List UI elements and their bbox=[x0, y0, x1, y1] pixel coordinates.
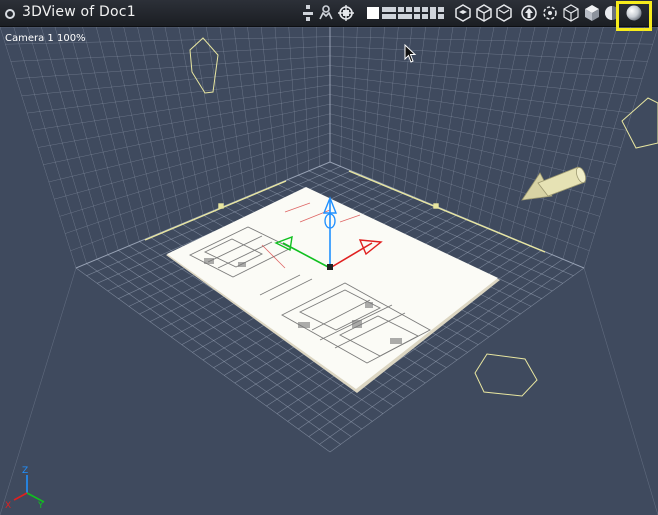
drawing-sheet[interactable] bbox=[166, 187, 500, 393]
title-bar: 3DView of Doc1 bbox=[0, 0, 658, 27]
shaded-sphere-icon[interactable] bbox=[625, 4, 643, 22]
grid-line bbox=[48, 113, 331, 183]
floor-hexagon-shape bbox=[474, 353, 538, 397]
hierarchy-icon[interactable] bbox=[299, 4, 317, 22]
x-axis-label: X bbox=[5, 501, 11, 511]
grid-line bbox=[16, 55, 331, 79]
three-views-icon[interactable] bbox=[428, 4, 446, 22]
solid-cube-icon[interactable] bbox=[583, 4, 601, 22]
grid-line bbox=[329, 74, 632, 114]
cube-front-icon[interactable] bbox=[454, 4, 472, 22]
grid-line bbox=[329, 103, 616, 165]
grid-line bbox=[43, 103, 331, 165]
grid-line bbox=[329, 36, 653, 45]
grid-line bbox=[329, 84, 627, 131]
right-hexagon-shape bbox=[621, 97, 658, 149]
3d-view-window: 3DView of Doc1 Z Y X Camera 1 100% bbox=[0, 0, 658, 515]
grid-line bbox=[21, 65, 331, 97]
y-axis-label: Y bbox=[37, 501, 44, 511]
z-axis-label: Z bbox=[22, 466, 28, 476]
half-shaded-sphere-icon[interactable] bbox=[603, 4, 621, 22]
grid-line bbox=[27, 74, 331, 114]
grid-line bbox=[54, 123, 331, 200]
light-arrow-object[interactable] bbox=[521, 166, 587, 201]
window-title: 3DView of Doc1 bbox=[22, 4, 136, 20]
fit-all-icon[interactable] bbox=[541, 4, 559, 22]
grid-line bbox=[583, 267, 658, 515]
grid-line bbox=[32, 84, 331, 131]
cube-iso-icon[interactable] bbox=[475, 4, 493, 22]
grid-line bbox=[0, 267, 77, 515]
wireframe-cube-icon[interactable] bbox=[562, 4, 580, 22]
axis-triad: Z Y X bbox=[5, 466, 45, 511]
orbit-icon[interactable] bbox=[337, 4, 355, 22]
grid-line bbox=[329, 65, 637, 97]
mouse-pointer-icon bbox=[404, 44, 417, 63]
3d-viewport[interactable]: Z Y X bbox=[0, 27, 658, 515]
background-hexagon-shape bbox=[189, 37, 219, 94]
walk-icon[interactable] bbox=[317, 4, 335, 22]
grid-line bbox=[329, 55, 643, 79]
up-arrow-circle-icon[interactable] bbox=[520, 4, 538, 22]
camera-zoom-label: Camera 1 100% bbox=[5, 33, 86, 44]
window-menu-icon[interactable] bbox=[5, 9, 15, 19]
cube-top-icon[interactable] bbox=[495, 4, 513, 22]
